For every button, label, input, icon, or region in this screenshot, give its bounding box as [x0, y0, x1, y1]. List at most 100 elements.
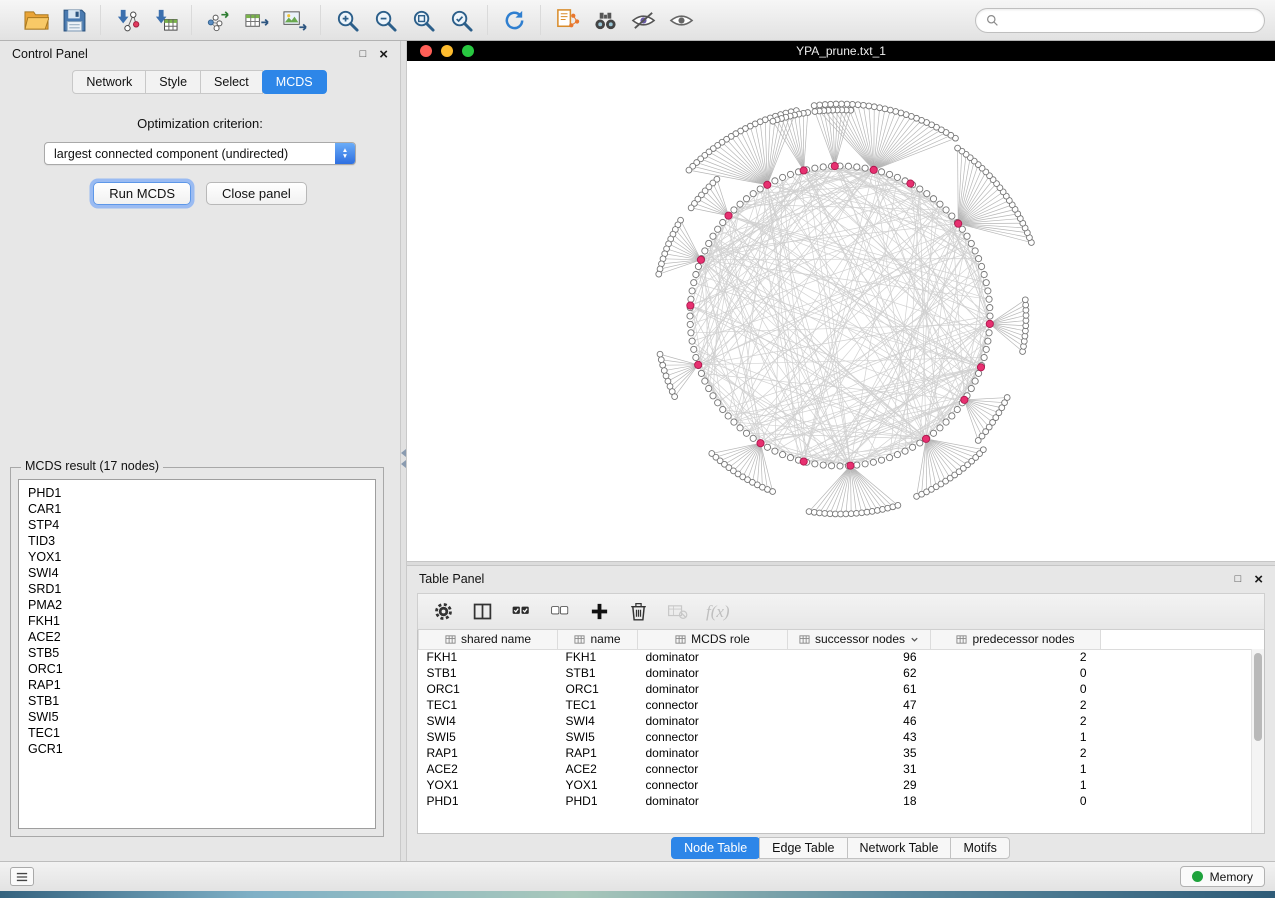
- cell-shared-name: TEC1: [419, 697, 558, 713]
- vertical-splitter[interactable]: [400, 41, 407, 861]
- table-row[interactable]: ORC1ORC1dominator610: [419, 681, 1265, 697]
- window-traffic-lights: [420, 41, 474, 61]
- result-node[interactable]: PMA2: [19, 597, 375, 613]
- table-row[interactable]: RAP1RAP1dominator352: [419, 745, 1265, 761]
- clear-table-icon: [667, 601, 688, 622]
- column-header-successor-nodes[interactable]: successor nodes: [788, 630, 931, 649]
- column-header-predecessor-nodes[interactable]: predecessor nodes: [931, 630, 1101, 649]
- table-row[interactable]: STB1STB1dominator620: [419, 665, 1265, 681]
- column-header-shared-name[interactable]: shared name: [419, 630, 558, 649]
- window-maximize-button[interactable]: [462, 45, 474, 57]
- result-node[interactable]: STB1: [19, 693, 375, 709]
- header-filler: [1101, 630, 1265, 649]
- splitter-collapse-icon[interactable]: [401, 449, 406, 468]
- main-toolbar: [0, 0, 1275, 41]
- close-panel-button[interactable]: Close panel: [206, 182, 307, 205]
- export-image-icon[interactable]: [278, 5, 310, 35]
- cell-successor-nodes: 35: [788, 745, 931, 761]
- deselect-all-icon[interactable]: [550, 601, 571, 622]
- float-window-icon[interactable]: □: [1235, 574, 1242, 585]
- table-panel-title: Table Panel: [419, 572, 484, 586]
- share-document-icon[interactable]: [551, 5, 583, 35]
- criterion-dropdown[interactable]: largest connected component (undirected)…: [44, 142, 356, 165]
- scrollbar-thumb[interactable]: [1254, 653, 1262, 741]
- result-node[interactable]: YOX1: [19, 549, 375, 565]
- result-node[interactable]: GCR1: [19, 741, 375, 757]
- result-node[interactable]: PHD1: [19, 485, 375, 501]
- result-node[interactable]: STP4: [19, 517, 375, 533]
- zoom-fit-icon[interactable]: [407, 5, 439, 35]
- result-node[interactable]: RAP1: [19, 677, 375, 693]
- zoom-in-icon[interactable]: [331, 5, 363, 35]
- function-icon: f(x): [706, 602, 730, 622]
- tab-edge-table[interactable]: Edge Table: [759, 837, 847, 859]
- tab-mcds[interactable]: MCDS: [262, 70, 327, 94]
- memory-button[interactable]: Memory: [1180, 866, 1265, 887]
- cell-name: TEC1: [558, 697, 638, 713]
- search-input[interactable]: [1005, 13, 1254, 27]
- window-minimize-button[interactable]: [441, 45, 453, 57]
- export-network-icon[interactable]: [202, 5, 234, 35]
- tab-motifs[interactable]: Motifs: [950, 837, 1009, 859]
- status-list-button[interactable]: [10, 867, 34, 886]
- import-table-icon[interactable]: [149, 5, 181, 35]
- column-label: predecessor nodes: [972, 632, 1074, 646]
- result-node[interactable]: CAR1: [19, 501, 375, 517]
- table-row[interactable]: SWI4SWI4dominator462: [419, 713, 1265, 729]
- cell-shared-name: STB1: [419, 665, 558, 681]
- table-scrollbar[interactable]: [1251, 649, 1264, 833]
- network-canvas[interactable]: [407, 61, 1275, 561]
- run-mcds-button[interactable]: Run MCDS: [93, 182, 191, 205]
- binoculars-icon[interactable]: [589, 5, 621, 35]
- table-row[interactable]: ACE2ACE2connector311: [419, 761, 1265, 777]
- tab-node-table[interactable]: Node Table: [671, 837, 760, 859]
- column-header-name[interactable]: name: [558, 630, 638, 649]
- mcds-result-title: MCDS result (17 nodes): [21, 459, 163, 473]
- tab-style[interactable]: Style: [145, 70, 201, 94]
- cell-shared-name: SWI4: [419, 713, 558, 729]
- close-icon[interactable]: ×: [379, 47, 388, 62]
- show-all-icon[interactable]: [665, 5, 697, 35]
- table-row[interactable]: SWI5SWI5connector431: [419, 729, 1265, 745]
- result-node[interactable]: TID3: [19, 533, 375, 549]
- network-window-titlebar[interactable]: YPA_prune.txt_1: [407, 41, 1275, 61]
- delete-icon[interactable]: [628, 601, 649, 622]
- result-node[interactable]: ORC1: [19, 661, 375, 677]
- zoom-out-icon[interactable]: [369, 5, 401, 35]
- zoom-selected-icon[interactable]: [445, 5, 477, 35]
- export-table-icon[interactable]: [240, 5, 272, 35]
- tab-network[interactable]: Network: [72, 70, 146, 94]
- open-folder-icon[interactable]: [20, 5, 52, 35]
- refresh-icon[interactable]: [498, 5, 530, 35]
- column-header-MCDS-role[interactable]: MCDS role: [638, 630, 788, 649]
- result-node[interactable]: TEC1: [19, 725, 375, 741]
- tab-select[interactable]: Select: [200, 70, 263, 94]
- cell-successor-nodes: 61: [788, 681, 931, 697]
- window-close-button[interactable]: [420, 45, 432, 57]
- close-icon[interactable]: ×: [1254, 572, 1263, 587]
- table-row[interactable]: TEC1TEC1connector472: [419, 697, 1265, 713]
- hide-selected-icon[interactable]: [627, 5, 659, 35]
- table-mini-icon: [675, 634, 686, 645]
- save-icon[interactable]: [58, 5, 90, 35]
- result-node[interactable]: SWI5: [19, 709, 375, 725]
- add-icon[interactable]: [589, 601, 610, 622]
- result-node[interactable]: SRD1: [19, 581, 375, 597]
- table-row[interactable]: PHD1PHD1dominator180: [419, 793, 1265, 809]
- panel-window-buttons: □ ×: [1235, 572, 1263, 587]
- result-node[interactable]: ACE2: [19, 629, 375, 645]
- float-window-icon[interactable]: □: [360, 49, 367, 60]
- table-row[interactable]: FKH1FKH1dominator962: [419, 649, 1265, 665]
- import-network-icon[interactable]: [111, 5, 143, 35]
- select-all-icon[interactable]: [511, 601, 532, 622]
- result-node[interactable]: FKH1: [19, 613, 375, 629]
- cell-predecessor-nodes: 1: [931, 761, 1101, 777]
- result-node[interactable]: SWI4: [19, 565, 375, 581]
- columns-icon[interactable]: [472, 601, 493, 622]
- search-box[interactable]: [975, 8, 1265, 33]
- tab-network-table[interactable]: Network Table: [847, 837, 952, 859]
- cell-predecessor-nodes: 0: [931, 681, 1101, 697]
- result-node[interactable]: STB5: [19, 645, 375, 661]
- table-row[interactable]: YOX1YOX1connector291: [419, 777, 1265, 793]
- gear-icon[interactable]: [433, 601, 454, 622]
